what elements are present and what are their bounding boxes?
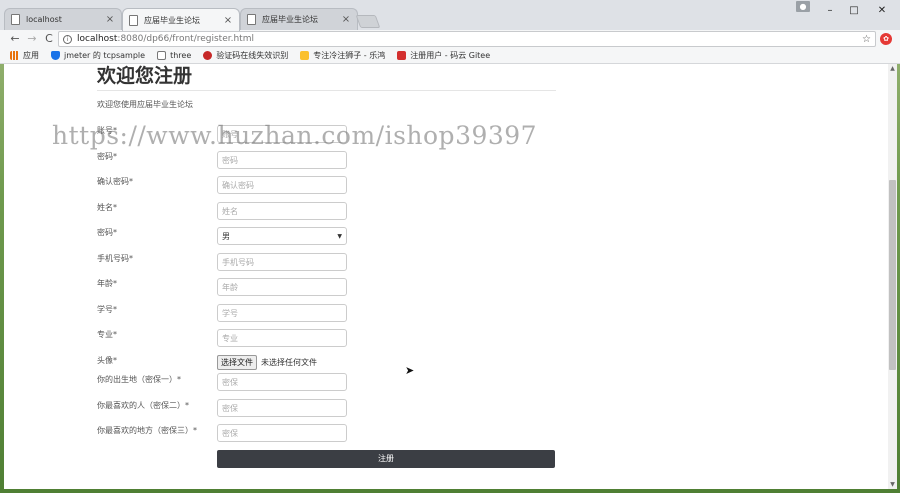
choose-file-button[interactable]: 选择文件 xyxy=(217,355,257,370)
bug-icon xyxy=(203,51,213,60)
page-icon xyxy=(11,14,20,25)
bookmark-lion[interactable]: 专注冷注狮子 - 乐鸿 xyxy=(300,50,385,61)
forward-button[interactable]: → xyxy=(25,32,39,46)
address-path: :8080/dp66/front/register.html xyxy=(117,34,254,44)
shield-icon xyxy=(51,51,60,60)
student-id-input[interactable] xyxy=(217,304,347,322)
page-icon xyxy=(129,14,138,26)
tab-forum[interactable]: 应届毕业生论坛 × xyxy=(240,8,358,30)
age-input[interactable] xyxy=(217,278,347,296)
security-question-2-input[interactable] xyxy=(217,399,347,417)
major-input[interactable] xyxy=(217,329,347,347)
password-input[interactable] xyxy=(217,151,347,169)
chevron-down-icon: ▼ xyxy=(337,232,342,240)
tab-register[interactable]: 应届毕业生论坛 × xyxy=(122,8,240,31)
bookmark-label: 注册用户 - 码云 Gitee xyxy=(410,51,491,60)
avatar-file-input[interactable]: 选择文件 未选择任何文件 xyxy=(217,355,317,370)
file-status: 未选择任何文件 xyxy=(261,358,317,367)
browser-titlebar: localhost × 应届毕业生论坛 × 应届毕业生论坛 × ● – □ ✕ xyxy=(0,0,900,31)
tab-label: localhost xyxy=(26,15,62,24)
name-input[interactable] xyxy=(217,202,347,220)
address-bar[interactable]: i localhost :8080/dp66/front/register.ht… xyxy=(58,31,876,47)
bookmark-captcha[interactable]: 验证码在线失效识别 xyxy=(203,50,288,61)
bookmark-label: 专注冷注狮子 - 乐鸿 xyxy=(313,51,386,60)
field-label-confirm-password: 确认密码* xyxy=(97,177,133,186)
field-label-security-2: 你最喜欢的人（密保二）* xyxy=(97,401,189,410)
field-label-student-id: 学号* xyxy=(97,305,117,314)
register-button[interactable]: 注册 xyxy=(217,450,555,468)
bookmarks-bar: 应用 jmeter 的 tcpsample three 验证码在线失效识别 专注… xyxy=(0,48,900,64)
page-title: 欢迎您注册 xyxy=(97,65,193,87)
reload-button[interactable]: C xyxy=(42,32,56,46)
bookmark-label: 验证码在线失效识别 xyxy=(216,51,289,60)
close-icon[interactable]: × xyxy=(105,14,115,25)
tab-label: 应届毕业生论坛 xyxy=(144,15,200,25)
bookmark-label: three xyxy=(170,51,192,60)
field-label-avatar: 头像* xyxy=(97,356,117,365)
bookmark-label: 应用 xyxy=(23,51,39,60)
bookmark-gitee[interactable]: 注册用户 - 码云 Gitee xyxy=(397,50,490,61)
gender-select-value: 男 xyxy=(222,231,230,241)
gender-select[interactable]: 男 ▼ xyxy=(217,227,347,245)
page-icon xyxy=(247,14,256,25)
bookmark-apps[interactable]: 应用 xyxy=(10,50,39,61)
field-label-gender: 密码* xyxy=(97,228,117,237)
watermark-text: https://www.huzhan.com/ishop39397 xyxy=(52,121,538,150)
profile-icon[interactable]: ● xyxy=(796,1,810,12)
close-icon[interactable]: × xyxy=(341,14,351,25)
field-label-security-3: 你最喜欢的地方（密保三）* xyxy=(97,426,197,435)
bookmark-three[interactable]: three xyxy=(157,51,191,60)
tab-localhost[interactable]: localhost × xyxy=(4,8,122,30)
scroll-down-arrow-icon[interactable]: ▼ xyxy=(888,480,897,489)
field-label-name: 姓名* xyxy=(97,203,117,212)
close-window-button[interactable]: ✕ xyxy=(868,0,896,20)
extension-icon[interactable]: ✿ xyxy=(880,33,892,45)
apps-grid-icon xyxy=(10,51,19,60)
lion-icon xyxy=(300,51,310,60)
security-question-1-input[interactable] xyxy=(217,373,347,391)
phone-input[interactable] xyxy=(217,253,347,271)
new-tab-button[interactable] xyxy=(355,15,381,28)
title-divider xyxy=(97,90,556,91)
gitee-icon xyxy=(397,51,407,60)
tab-label: 应届毕业生论坛 xyxy=(262,15,318,24)
field-label-age: 年龄* xyxy=(97,279,117,288)
field-label-major: 专业* xyxy=(97,330,117,339)
field-label-security-1: 你的出生地（密保一）* xyxy=(97,375,181,384)
page-scrollbar[interactable]: ▲ ▼ xyxy=(888,64,897,489)
field-label-phone: 手机号码* xyxy=(97,254,133,263)
info-icon[interactable]: i xyxy=(63,34,72,44)
mouse-cursor-icon: ➤ xyxy=(405,364,415,377)
back-button[interactable]: ← xyxy=(8,32,22,46)
address-host: localhost xyxy=(77,34,118,44)
bookmark-jmeter[interactable]: jmeter 的 tcpsample xyxy=(51,50,145,61)
browser-toolbar: ← → C i localhost :8080/dp66/front/regis… xyxy=(0,30,900,48)
field-label-password: 密码* xyxy=(97,152,117,161)
scrollbar-thumb[interactable] xyxy=(889,180,896,370)
page-icon xyxy=(157,51,167,60)
page-subtitle: 欢迎您使用应届毕业生论坛 xyxy=(97,100,193,109)
security-question-3-input[interactable] xyxy=(217,424,347,442)
confirm-password-input[interactable] xyxy=(217,176,347,194)
page-viewport: 欢迎您注册 欢迎您使用应届毕业生论坛 账号* 密码* 确认密码* 姓名* 密码*… xyxy=(4,64,897,489)
scroll-up-arrow-icon[interactable]: ▲ xyxy=(888,64,897,73)
maximize-button[interactable]: □ xyxy=(840,0,868,20)
close-icon[interactable]: × xyxy=(223,15,233,26)
star-icon[interactable]: ☆ xyxy=(862,34,871,45)
bookmark-label: jmeter 的 tcpsample xyxy=(64,51,146,60)
